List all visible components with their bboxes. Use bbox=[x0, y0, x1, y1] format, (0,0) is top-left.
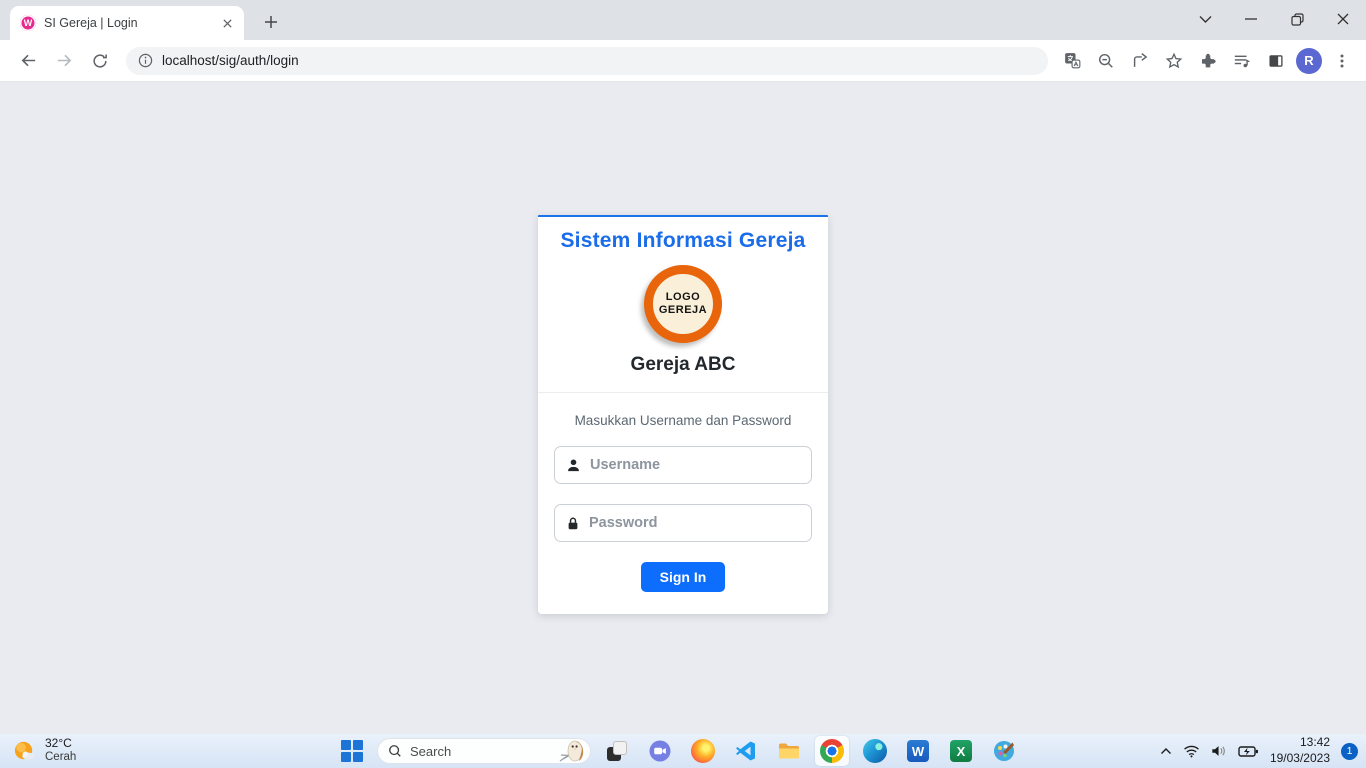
taskbar-app-vscode[interactable] bbox=[729, 736, 763, 766]
edge-icon bbox=[863, 739, 887, 763]
wampserver-favicon-icon: W bbox=[20, 15, 36, 31]
login-card-header: Sistem Informasi Gereja LOGO GEREJA Gere… bbox=[538, 217, 828, 392]
weather-condition: Cerah bbox=[45, 751, 76, 764]
taskbar-app-task-view[interactable] bbox=[600, 736, 634, 766]
firefox-icon bbox=[691, 739, 715, 763]
minimize-button[interactable] bbox=[1228, 0, 1274, 38]
login-page: Sistem Informasi Gereja LOGO GEREJA Gere… bbox=[0, 83, 1366, 734]
taskbar-app-paint[interactable] bbox=[987, 736, 1021, 766]
desktop-screen: W SI Gereja | Login bbox=[0, 0, 1366, 768]
lock-icon bbox=[566, 516, 580, 531]
tab-close-icon[interactable] bbox=[219, 15, 236, 32]
word-icon: W bbox=[907, 740, 929, 762]
taskbar-center: Search bbox=[336, 734, 1021, 768]
browser-tab[interactable]: W SI Gereja | Login bbox=[10, 6, 244, 40]
tab-title: SI Gereja | Login bbox=[44, 16, 211, 30]
password-field[interactable] bbox=[554, 504, 812, 542]
weather-sun-cloud-icon bbox=[12, 739, 37, 764]
bookmark-star-icon[interactable] bbox=[1160, 47, 1188, 75]
volume-icon[interactable] bbox=[1211, 744, 1227, 758]
back-button[interactable] bbox=[13, 46, 43, 76]
username-input[interactable] bbox=[590, 457, 800, 473]
weather-temperature: 32°C bbox=[45, 737, 76, 751]
paint-icon bbox=[992, 739, 1016, 763]
extensions-puzzle-icon[interactable] bbox=[1194, 47, 1222, 75]
clock-date: 19/03/2023 bbox=[1270, 751, 1330, 767]
file-explorer-icon bbox=[777, 739, 801, 763]
login-card: Sistem Informasi Gereja LOGO GEREJA Gere… bbox=[538, 215, 828, 614]
address-bar[interactable]: localhost/sig/auth/login bbox=[126, 47, 1048, 75]
taskbar: 32°C Cerah Search bbox=[0, 734, 1366, 768]
chrome-icon bbox=[820, 739, 844, 763]
side-panel-icon[interactable] bbox=[1262, 47, 1290, 75]
search-icon bbox=[388, 744, 402, 758]
church-logo: LOGO GEREJA bbox=[644, 265, 722, 343]
clock-widget[interactable]: 13:42 19/03/2023 bbox=[1270, 735, 1330, 766]
teams-chat-icon bbox=[648, 739, 672, 763]
browser-titlebar: W SI Gereja | Login bbox=[0, 0, 1366, 40]
password-input[interactable] bbox=[589, 515, 800, 531]
wifi-icon[interactable] bbox=[1183, 745, 1200, 758]
battery-charging-icon[interactable] bbox=[1238, 745, 1259, 758]
restore-button[interactable] bbox=[1274, 0, 1320, 38]
username-field[interactable] bbox=[554, 446, 812, 484]
church-logo-text-line2: GEREJA bbox=[659, 304, 707, 317]
window-controls bbox=[1182, 0, 1366, 38]
system-tray: 13:42 19/03/2023 1 bbox=[1160, 734, 1358, 768]
taskbar-app-edge[interactable] bbox=[858, 736, 892, 766]
reload-button[interactable] bbox=[85, 46, 115, 76]
windows-logo-icon bbox=[341, 740, 363, 762]
tab-search-chevron-icon[interactable] bbox=[1182, 0, 1228, 38]
taskbar-app-excel[interactable]: X bbox=[944, 736, 978, 766]
page-title: Sistem Informasi Gereja bbox=[554, 229, 812, 253]
forward-button[interactable] bbox=[49, 46, 79, 76]
browser-toolbar: localhost/sig/auth/login bbox=[0, 40, 1366, 82]
user-icon bbox=[566, 458, 581, 473]
login-instruction: Masukkan Username dan Password bbox=[554, 413, 812, 428]
taskbar-search[interactable]: Search bbox=[377, 738, 591, 764]
start-button[interactable] bbox=[336, 736, 368, 766]
login-card-body: Masukkan Username dan Password Sign In bbox=[538, 392, 828, 614]
church-logo-text-line1: LOGO bbox=[666, 291, 700, 304]
close-window-button[interactable] bbox=[1320, 0, 1366, 38]
sign-in-button[interactable]: Sign In bbox=[641, 562, 726, 592]
notification-badge[interactable]: 1 bbox=[1341, 743, 1358, 760]
site-info-icon[interactable] bbox=[138, 53, 153, 68]
taskbar-app-teams-chat[interactable] bbox=[643, 736, 677, 766]
tray-chevron-up-icon[interactable] bbox=[1160, 747, 1172, 755]
toolbar-right-icons: R bbox=[1058, 47, 1356, 75]
taskbar-app-chrome[interactable] bbox=[815, 736, 849, 766]
share-icon[interactable] bbox=[1126, 47, 1154, 75]
zoom-icon[interactable] bbox=[1092, 47, 1120, 75]
search-placeholder-text: Search bbox=[410, 744, 451, 759]
task-view-icon bbox=[605, 739, 629, 763]
taskbar-app-firefox[interactable] bbox=[686, 736, 720, 766]
media-controls-icon[interactable] bbox=[1228, 47, 1256, 75]
url-text: localhost/sig/auth/login bbox=[162, 53, 299, 68]
excel-icon: X bbox=[950, 740, 972, 762]
browser-menu-kebab-icon[interactable] bbox=[1328, 47, 1356, 75]
new-tab-button[interactable] bbox=[258, 9, 284, 35]
weather-widget[interactable]: 32°C Cerah bbox=[12, 734, 76, 768]
taskbar-app-word[interactable]: W bbox=[901, 736, 935, 766]
profile-avatar[interactable]: R bbox=[1296, 48, 1322, 74]
taskbar-app-file-explorer[interactable] bbox=[772, 736, 806, 766]
vscode-icon bbox=[734, 739, 758, 763]
church-name: Gereja ABC bbox=[554, 354, 812, 376]
translate-icon[interactable] bbox=[1058, 47, 1086, 75]
search-highlight-owl-image[interactable] bbox=[558, 738, 588, 763]
clock-time: 13:42 bbox=[1270, 735, 1330, 751]
